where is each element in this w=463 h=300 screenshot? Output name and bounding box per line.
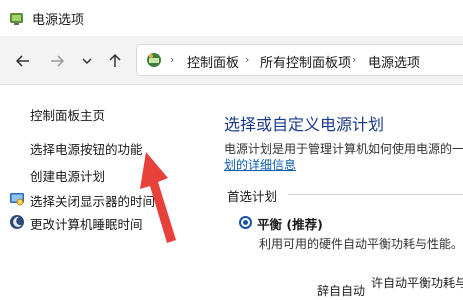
group-divider [288, 194, 463, 195]
sleep-moon-icon [9, 214, 25, 230]
plan-details-link[interactable]: 划的详细信息 [224, 156, 296, 173]
breadcrumb-control-panel[interactable]: 控制面板 [187, 52, 239, 71]
plan-description: 利用可用的硬件自动平衡功耗与性能。 [259, 237, 463, 251]
chevron-down-icon [82, 58, 92, 64]
page-description: 电源计划是用于管理计算机如何使用电源的一 [224, 142, 463, 156]
breadcrumb-power-options[interactable]: 电源选项 [368, 52, 420, 71]
breadcrumb-all-items[interactable]: 所有控制面板项 [260, 52, 351, 71]
forward-button[interactable] [46, 50, 68, 72]
back-button[interactable] [12, 50, 34, 72]
display-icon [9, 191, 25, 207]
control-panel-icon [145, 51, 163, 69]
clipped-text: 许自动平衡功耗与 [371, 276, 463, 290]
up-arrow-icon [109, 53, 121, 67]
window-title: 电源选项 [32, 13, 85, 28]
sidebar-item-control-panel-home[interactable]: 控制面板主页 [30, 105, 105, 124]
breadcrumb-separator-icon: › [245, 53, 250, 66]
sidebar-item-power-button[interactable]: 选择电源按钮的功能 [30, 139, 143, 158]
sidebar-item-sleep-time[interactable]: 更改计算机睡眠时间 [30, 214, 143, 233]
recent-locations-button[interactable] [76, 50, 98, 72]
power-options-icon [8, 9, 26, 27]
page-title: 选择或自定义电源计划 [224, 115, 385, 134]
up-button[interactable] [104, 50, 126, 72]
sidebar-item-create-plan[interactable]: 创建电源计划 [30, 166, 105, 185]
breadcrumb-separator-icon: › [170, 53, 175, 66]
plan-name[interactable]: 平衡 (推荐) [257, 214, 323, 233]
preferred-plans-label: 首选计划 [227, 189, 278, 204]
plan-balanced-radio[interactable] [239, 216, 252, 229]
clipped-text: 辞自自动 [317, 284, 366, 298]
breadcrumb-separator-icon: › [352, 53, 357, 66]
forward-arrow-icon [51, 55, 65, 67]
sidebar-item-display-off-time[interactable]: 选择关闭显示器的时间 [30, 191, 155, 210]
back-arrow-icon [15, 55, 29, 67]
